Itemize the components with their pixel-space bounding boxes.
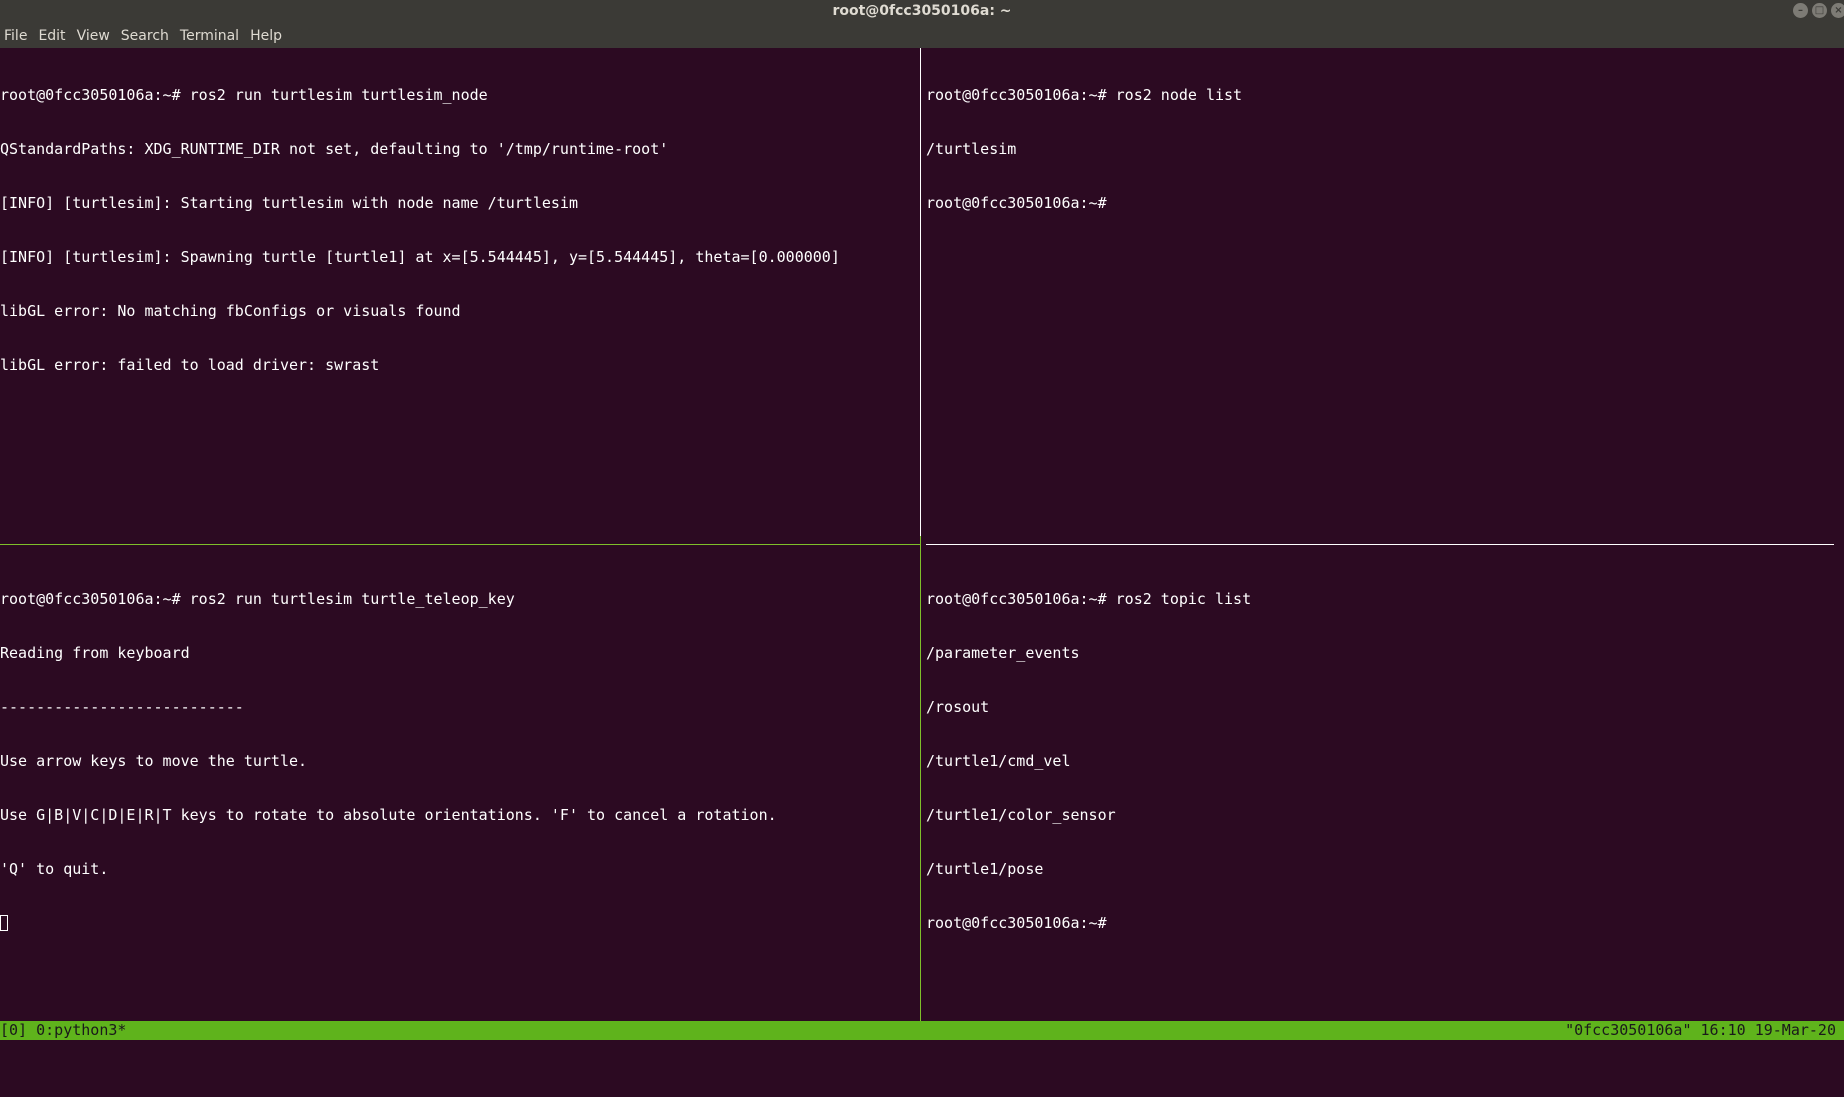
terminal-line: root@0fcc3050106a:~# bbox=[926, 194, 1116, 212]
terminal-line: Use G|B|V|C|D|E|R|T keys to rotate to ab… bbox=[0, 806, 777, 824]
terminal-line: libGL error: No matching fbConfigs or vi… bbox=[0, 302, 461, 320]
maximize-icon[interactable]: □ bbox=[1812, 3, 1827, 18]
terminal-line: QStandardPaths: XDG_RUNTIME_DIR not set,… bbox=[0, 140, 669, 158]
pane-top-right[interactable]: root@0fcc3050106a:~# ros2 node list /tur… bbox=[926, 50, 1834, 536]
status-window-list[interactable]: [0] 0:python3* bbox=[0, 1021, 126, 1040]
bottom-strip bbox=[0, 1040, 1844, 1048]
pane-divider-horizontal-right[interactable] bbox=[926, 544, 1834, 545]
terminal-line: [INFO] [turtlesim]: Spawning turtle [tur… bbox=[0, 248, 840, 266]
terminal-line: [INFO] [turtlesim]: Starting turtlesim w… bbox=[0, 194, 578, 212]
terminal-line: --------------------------- bbox=[0, 698, 244, 716]
terminal-line: 'Q' to quit. bbox=[0, 860, 109, 878]
menu-view[interactable]: View bbox=[73, 24, 117, 48]
menu-file[interactable]: File bbox=[0, 24, 34, 48]
terminal-line: root@0fcc3050106a:~# ros2 run turtlesim … bbox=[0, 590, 515, 608]
terminal-line: root@0fcc3050106a:~# ros2 topic list bbox=[926, 590, 1252, 608]
terminal-line: /rosout bbox=[926, 698, 990, 716]
status-host-time: "0fcc3050106a" 16:10 19-Mar-20 bbox=[1565, 1021, 1836, 1039]
cursor-line bbox=[0, 914, 918, 932]
text-cursor bbox=[0, 915, 8, 931]
pane-divider-vertical-top[interactable] bbox=[920, 48, 921, 536]
pane-bottom-left[interactable]: root@0fcc3050106a:~# ros2 run turtlesim … bbox=[0, 554, 918, 1020]
menu-bar: File Edit View Search Terminal Help bbox=[0, 24, 1844, 48]
terminal-line: libGL error: failed to load driver: swra… bbox=[0, 356, 380, 374]
pane-bottom-right[interactable]: root@0fcc3050106a:~# ros2 topic list /pa… bbox=[926, 554, 1834, 1020]
menu-help[interactable]: Help bbox=[246, 24, 289, 48]
terminal-line: /turtle1/cmd_vel bbox=[926, 752, 1071, 770]
terminal-line: Use arrow keys to move the turtle. bbox=[0, 752, 308, 770]
pane-divider-horizontal-left[interactable] bbox=[0, 544, 920, 545]
menu-terminal[interactable]: Terminal bbox=[176, 24, 246, 48]
terminal-line: /turtle1/color_sensor bbox=[926, 806, 1116, 824]
title-bar[interactable]: root@0fcc3050106a: ~ – □ × bbox=[0, 0, 1844, 24]
terminal-line: /turtlesim bbox=[926, 140, 1017, 158]
menu-search[interactable]: Search bbox=[117, 24, 176, 48]
minimize-icon[interactable]: – bbox=[1793, 3, 1808, 18]
terminal-line: /parameter_events bbox=[926, 644, 1080, 662]
terminal-line: root@0fcc3050106a:~# ros2 node list bbox=[926, 86, 1243, 104]
terminal-line: root@0fcc3050106a:~# ros2 run turtlesim … bbox=[0, 86, 488, 104]
pane-top-left[interactable]: root@0fcc3050106a:~# ros2 run turtlesim … bbox=[0, 50, 918, 536]
tmux-status-bar: [0] 0:python3* "0fcc3050106a" 16:10 19-M… bbox=[0, 1021, 1844, 1040]
terminal-window: root@0fcc3050106a: ~ – □ × File Edit Vie… bbox=[0, 0, 1844, 1048]
menu-edit[interactable]: Edit bbox=[34, 24, 72, 48]
window-title: root@0fcc3050106a: ~ bbox=[832, 3, 1012, 19]
terminal-line: Reading from keyboard bbox=[0, 644, 190, 662]
terminal-line: /turtle1/pose bbox=[926, 860, 1044, 878]
close-icon[interactable]: × bbox=[1831, 3, 1844, 18]
terminal-line: root@0fcc3050106a:~# bbox=[926, 914, 1116, 932]
